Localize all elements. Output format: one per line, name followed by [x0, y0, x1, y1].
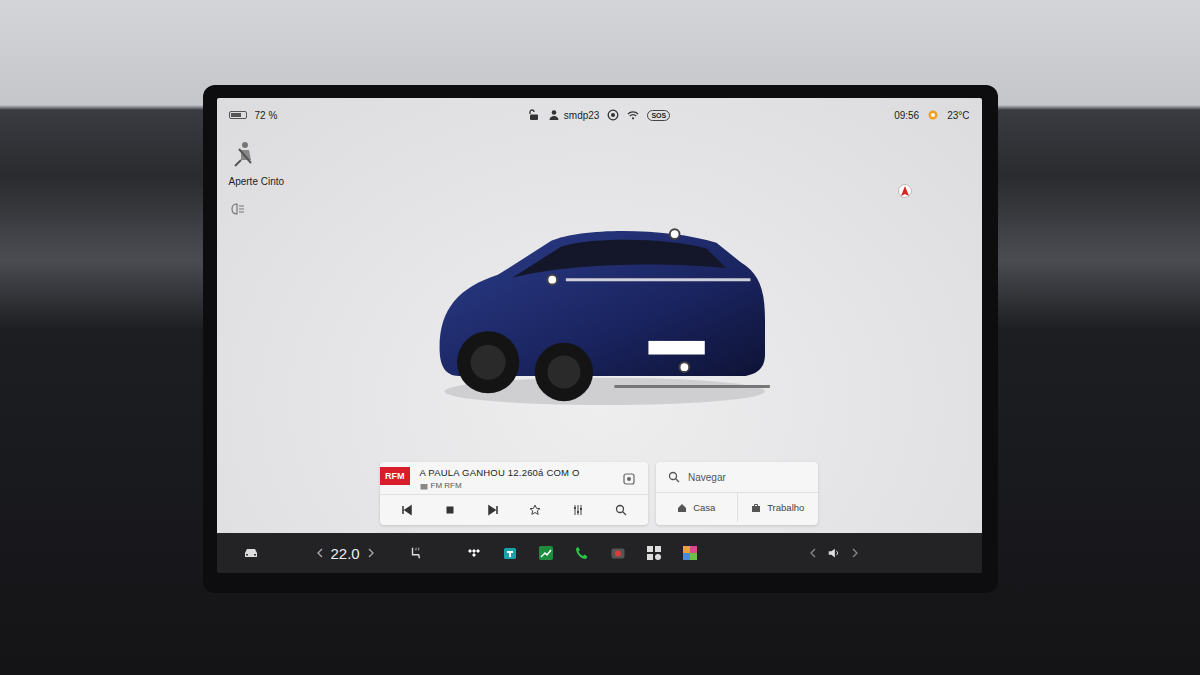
equalizer-icon[interactable] [572, 504, 584, 516]
car-render [349, 126, 982, 462]
car-icon[interactable] [243, 546, 259, 560]
shortcut-label: Trabalho [767, 502, 804, 513]
cards-row: RFM A PAULA GANHOU 12.260á COM O FM RFM Na… [217, 462, 982, 533]
battery-text: 72 % [255, 110, 278, 121]
energy-app-icon[interactable] [538, 545, 554, 561]
alerts-column: Aperte Cinto [217, 126, 349, 462]
car-view: 72 % smdp23 SOS 09:56 23°C Aperte Cinto RFM A P… [217, 98, 982, 533]
briefcase-icon [751, 503, 761, 513]
camera-icon[interactable] [610, 545, 626, 561]
nav-shortcut[interactable]: Casa [656, 493, 737, 522]
media-texts: A PAULA GANHOU 12.260á COM O FM RFM [420, 467, 613, 490]
middle-area: Aperte Cinto [217, 126, 982, 462]
shortcut-label: Casa [693, 502, 715, 513]
navigate-placeholder: Navegar [688, 472, 726, 483]
media-title: A PAULA GANHOU 12.260á COM O [420, 467, 613, 478]
next-icon[interactable] [487, 504, 499, 516]
chevron-right-icon[interactable] [852, 548, 858, 558]
profile-name: smdp23 [564, 110, 600, 121]
search-icon[interactable] [615, 504, 627, 516]
display: 72 % smdp23 SOS 09:56 23°C Aperte Cinto RFM A P… [217, 98, 982, 573]
climate-control[interactable]: 22.0 [317, 545, 374, 562]
media-info: RFM A PAULA GANHOU 12.260á COM O FM RFM [380, 462, 648, 495]
chevron-left-icon[interactable] [810, 548, 816, 558]
search-icon [668, 471, 680, 483]
alert-label: Aperte Cinto [229, 176, 349, 187]
chevron-right-icon[interactable] [368, 548, 374, 558]
home-icon [677, 503, 687, 513]
nav-shortcut[interactable]: Trabalho [737, 493, 819, 522]
bottom-dock: 22.0 [217, 533, 982, 573]
star-icon[interactable] [529, 504, 541, 516]
media-source: FM RFM [420, 481, 613, 490]
location-arrow-icon[interactable] [898, 184, 912, 200]
airbag-icon [927, 109, 939, 121]
navigation-card: Navegar Casa Trabalho [656, 462, 818, 525]
car-model-icon[interactable] [420, 202, 770, 406]
lock-icon[interactable] [528, 109, 540, 121]
app-launcher [466, 545, 698, 561]
volume-control[interactable] [810, 546, 858, 560]
toybox-icon[interactable] [646, 545, 662, 561]
battery-fill [231, 113, 241, 117]
headlight-icon [229, 203, 245, 215]
arcade-icon[interactable] [682, 545, 698, 561]
radio-icon [420, 482, 428, 490]
sos-button[interactable]: SOS [647, 110, 670, 121]
status-center: smdp23 SOS [528, 109, 670, 121]
alert-item: Aperte Cinto [229, 140, 349, 187]
sentry-icon[interactable] [607, 109, 619, 121]
media-card: RFM A PAULA GANHOU 12.260á COM O FM RFM [380, 462, 648, 525]
cabin-temperature: 22.0 [331, 545, 360, 562]
tidal-icon[interactable] [466, 545, 482, 561]
status-bar: 72 % smdp23 SOS 09:56 23°C [217, 98, 982, 126]
wifi-icon[interactable] [627, 109, 639, 121]
phone-icon[interactable] [574, 545, 590, 561]
photo-scene: 72 % smdp23 SOS 09:56 23°C Aperte Cinto RFM A P… [0, 0, 1200, 675]
previous-icon[interactable] [401, 504, 413, 516]
station-logo: RFM [380, 467, 410, 485]
person-icon [548, 109, 560, 121]
clock: 09:56 [894, 110, 919, 121]
profile-button[interactable]: smdp23 [548, 109, 600, 121]
media-controls [380, 495, 648, 525]
nav-shortcuts: Casa Trabalho [656, 493, 818, 522]
seat-heater-icon[interactable] [408, 546, 424, 560]
outside-temperature: 23°C [947, 110, 969, 121]
stop-icon[interactable] [444, 504, 456, 516]
calendar-app-icon[interactable] [502, 545, 518, 561]
seatbelt-icon [229, 140, 259, 170]
chevron-left-icon[interactable] [317, 548, 323, 558]
battery-icon [229, 111, 247, 119]
time-weather: 09:56 23°C [810, 109, 970, 121]
speaker-icon[interactable] [826, 546, 842, 560]
source-settings-icon[interactable] [622, 472, 636, 486]
navigate-field[interactable]: Navegar [656, 462, 818, 493]
touch-screen: 72 % smdp23 SOS 09:56 23°C Aperte Cinto RFM A P… [203, 85, 998, 593]
battery-status: 72 % [229, 110, 389, 121]
